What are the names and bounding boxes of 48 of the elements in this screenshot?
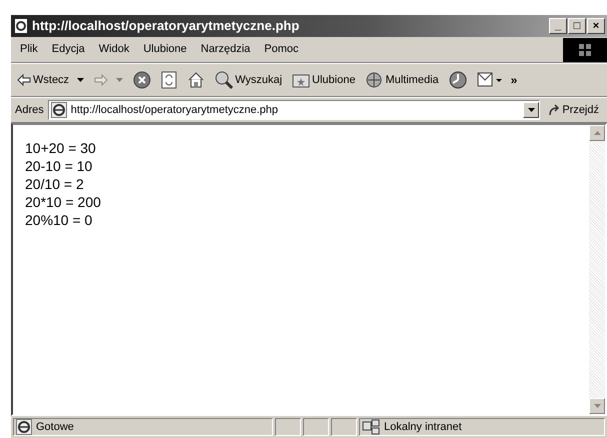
network-icon xyxy=(362,419,380,435)
address-field[interactable]: http://localhost/operatoryarytmetyczne.php xyxy=(48,100,540,120)
scrollbar[interactable] xyxy=(589,125,605,414)
result-line: 20-10 = 10 xyxy=(25,157,94,175)
clock-globe-icon xyxy=(448,71,467,89)
status-panel xyxy=(331,418,357,436)
menu-item[interactable]: Widok xyxy=(92,41,136,58)
mail-icon xyxy=(476,71,503,89)
dropdown-button[interactable] xyxy=(523,102,540,118)
globe-film-icon xyxy=(365,71,384,89)
favorites-button[interactable]: Ulubione xyxy=(290,68,358,92)
search-button[interactable]: Wyszukaj xyxy=(213,68,284,92)
window-title: http://localhost/operatoryarytmetyczne.php xyxy=(32,17,300,36)
curved-arrow-icon xyxy=(548,104,560,116)
scroll-up-icon xyxy=(594,131,600,135)
go-button[interactable]: Przejdź xyxy=(544,102,603,118)
menu-item[interactable]: Pomoc xyxy=(258,41,305,58)
result-line: 20*10 = 200 xyxy=(25,193,102,211)
scroll-down-icon xyxy=(594,404,600,408)
menu-item[interactable]: Edycja xyxy=(46,41,91,58)
menu-item[interactable]: Plik xyxy=(14,41,44,58)
close-button[interactable]: × xyxy=(587,18,605,34)
address-label: Adres xyxy=(15,102,44,118)
home-icon xyxy=(187,71,206,89)
status-text: Gotowe xyxy=(36,420,74,435)
result-line: 20/10 = 2 xyxy=(25,175,85,193)
maximize-button[interactable]: □ xyxy=(568,18,586,34)
caret-icon xyxy=(528,108,535,112)
dropdown-caret-icon xyxy=(116,78,124,82)
stop-icon xyxy=(133,71,152,89)
result-line: 20%10 = 0 xyxy=(25,211,94,229)
minimize-button[interactable]: _ xyxy=(549,18,567,34)
browser-page-icon xyxy=(13,18,29,34)
menu-item[interactable]: Ulubione xyxy=(137,41,193,58)
zone-text: Lokalny intranet xyxy=(384,420,462,435)
status-panel xyxy=(275,418,301,436)
forward-arrow-icon xyxy=(94,74,108,86)
back-arrow-icon xyxy=(17,74,31,86)
result-line: 10+20 = 30 xyxy=(25,139,97,157)
back-button[interactable]: Wstecz xyxy=(15,68,86,92)
dropdown-caret-icon xyxy=(77,78,84,82)
toolbar-overflow[interactable]: » xyxy=(510,71,518,89)
menu-item[interactable]: Narzędzia xyxy=(194,41,256,58)
page-icon xyxy=(50,102,67,118)
status-panel xyxy=(303,418,329,436)
refresh-icon xyxy=(161,71,178,89)
magnifier-globe-icon xyxy=(215,71,234,89)
media-button[interactable]: Multimedia xyxy=(363,68,441,92)
